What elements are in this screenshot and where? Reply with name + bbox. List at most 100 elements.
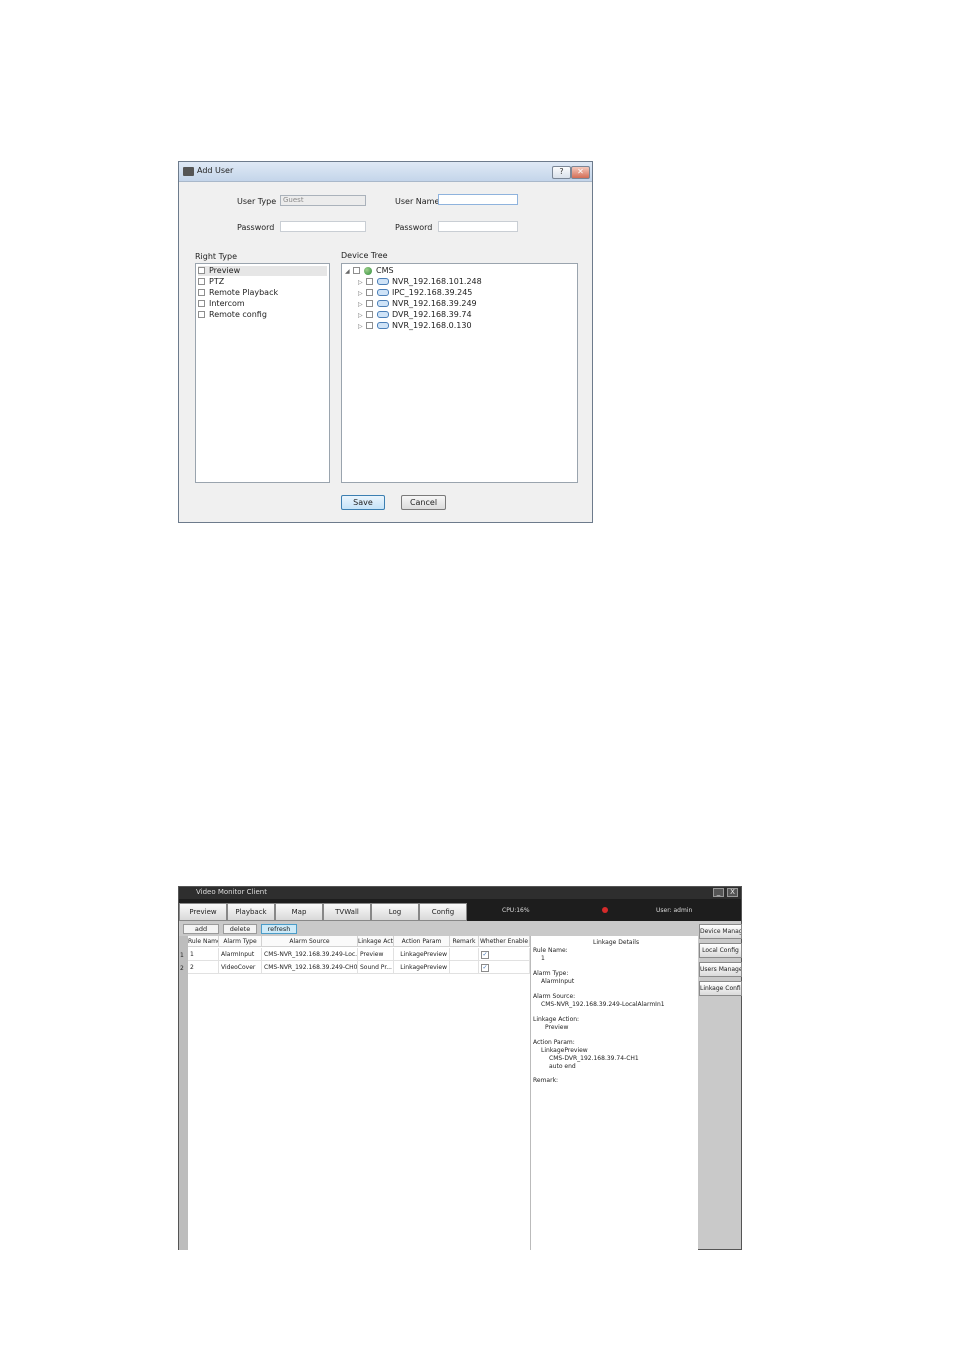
delete-button[interactable]: delete (223, 924, 257, 934)
device-tree[interactable]: ◢ CMS ▷ NVR_192.168.101.248 ▷ IPC_192.168.3… (341, 263, 578, 483)
collapse-arrow-icon[interactable]: ▷ (358, 321, 366, 332)
alarm-icon[interactable] (602, 907, 608, 913)
checkbox[interactable] (353, 267, 360, 274)
linkage-rule-table[interactable]: Rule Name Alarm Type Alarm Source Linkag… (179, 936, 530, 1250)
cell-rule-name: 1 (188, 948, 219, 961)
add-user-dialog: Add User ? ✕ User Type Guest User Name P… (178, 161, 593, 523)
minimize-button[interactable]: _ (713, 888, 724, 897)
checkbox[interactable] (198, 300, 205, 307)
details-heading: Linkage Details (593, 939, 640, 946)
checkbox[interactable] (198, 278, 205, 285)
globe-icon (364, 266, 372, 275)
right-type-item[interactable]: PTZ (198, 277, 224, 287)
tab-map[interactable]: Map (275, 903, 323, 921)
rule-name-value: 1 (541, 955, 545, 962)
password-input[interactable] (280, 221, 366, 232)
help-button[interactable]: ? (552, 166, 571, 179)
local-config-button[interactable]: Local Config (699, 943, 742, 958)
dialog-title: Add User (197, 166, 234, 175)
cell-action-param: LinkagePreview (394, 948, 450, 961)
cell-remark (450, 961, 479, 974)
tree-node-root[interactable]: ◢ CMS (345, 265, 394, 276)
user-type-label: User Type (237, 197, 277, 206)
cancel-button[interactable]: Cancel (401, 495, 446, 510)
right-type-item[interactable]: Remote Playback (198, 288, 278, 298)
current-user: User: admin (656, 907, 693, 914)
alarm-source-value: CMS-NVR_192.168.39.249-LocalAlarmIn1 (541, 1001, 665, 1008)
column-header[interactable]: Alarm Type (219, 936, 262, 947)
tab-playback[interactable]: Playback (227, 903, 275, 921)
cell-action-param: LinkagePreview (394, 961, 450, 974)
cell-alarm-source: CMS-NVR_192.168.39.249-Loc... (262, 948, 358, 961)
window-title-bar[interactable]: Video Monitor Client _ X (179, 887, 741, 899)
action-param-device: CMS-DVR_192.168.39.74-CH1 (549, 1055, 639, 1062)
cell-enable: ✓ (479, 961, 530, 974)
tree-node-device[interactable]: ▷ NVR_192.168.39.249 (358, 298, 477, 309)
checkbox[interactable] (198, 267, 205, 274)
cell-alarm-type: AlarmInput (219, 948, 262, 961)
checkbox[interactable] (198, 289, 205, 296)
close-button[interactable]: X (727, 888, 738, 897)
checkbox[interactable] (366, 300, 373, 307)
column-header[interactable]: Action Param (394, 936, 450, 947)
checkbox[interactable] (366, 278, 373, 285)
linkage-action-value: Preview (545, 1024, 569, 1031)
app-icon (183, 167, 194, 176)
row-header-gutter (179, 936, 188, 1250)
user-type-field: Guest (280, 195, 366, 206)
confirm-password-input[interactable] (438, 221, 518, 232)
add-button[interactable]: add (183, 924, 219, 934)
tab-preview[interactable]: Preview (179, 903, 227, 921)
expand-arrow-icon[interactable]: ◢ (345, 266, 353, 277)
cell-alarm-source: CMS-NVR_192.168.39.249-CH01 (262, 961, 358, 974)
cell-rule-name: 2 (188, 961, 219, 974)
linkage-action-label: Linkage Action: (533, 1016, 580, 1023)
alarm-source-label: Alarm Source: (533, 993, 576, 1000)
column-header[interactable]: Linkage Actio (358, 936, 394, 947)
tab-tvwall[interactable]: TVWall (323, 903, 371, 921)
checkbox[interactable] (198, 311, 205, 318)
refresh-button[interactable]: refresh (261, 924, 297, 934)
device-icon (377, 289, 389, 296)
action-param-end: auto end (549, 1063, 576, 1070)
right-type-item[interactable]: Preview (198, 266, 327, 276)
checkbox[interactable] (366, 289, 373, 296)
device-icon (377, 322, 389, 329)
right-type-list[interactable]: Preview PTZ Remote Playback Intercom Rem… (195, 263, 330, 483)
right-type-label: Right Type (195, 252, 237, 261)
save-button[interactable]: Save (341, 495, 385, 510)
tree-node-device[interactable]: ▷ NVR_192.168.101.248 (358, 276, 482, 287)
dialog-title-bar[interactable]: Add User ? ✕ (179, 162, 592, 182)
tab-config[interactable]: Config (419, 903, 467, 921)
linkage-details-panel: Linkage Details Rule Name: 1 Alarm Type:… (530, 936, 698, 1250)
right-type-item[interactable]: Remote config (198, 310, 267, 320)
right-type-item[interactable]: Intercom (198, 299, 245, 309)
enable-checkbox[interactable]: ✓ (481, 964, 489, 972)
column-header[interactable]: Alarm Source (262, 936, 358, 947)
user-name-input[interactable] (438, 194, 518, 205)
column-header[interactable]: Remark (450, 936, 479, 947)
close-button[interactable]: ✕ (571, 166, 590, 179)
enable-checkbox[interactable]: ✓ (481, 951, 489, 959)
window-title: Video Monitor Client (196, 888, 267, 896)
tab-log[interactable]: Log (371, 903, 419, 921)
cell-linkage-action: Sound Pr... (358, 961, 394, 974)
device-manage-button[interactable]: Device Manage (699, 924, 742, 939)
column-header[interactable]: Rule Name (188, 936, 219, 947)
device-icon (377, 278, 389, 285)
tree-node-device[interactable]: ▷ NVR_192.168.0.130 (358, 320, 472, 331)
cell-remark (450, 948, 479, 961)
column-header[interactable]: Whether Enable (479, 936, 530, 947)
remark-label: Remark: (533, 1077, 559, 1084)
device-icon (377, 300, 389, 307)
cell-linkage-action: Preview (358, 948, 394, 961)
tree-node-device[interactable]: ▷ IPC_192.168.39.245 (358, 287, 472, 298)
tree-node-device[interactable]: ▷ DVR_192.168.39.74 (358, 309, 472, 320)
checkbox[interactable] (366, 311, 373, 318)
linkage-config-button[interactable]: Linkage Config (699, 981, 742, 996)
checkbox[interactable] (366, 322, 373, 329)
user-name-label: User Name (395, 197, 440, 206)
users-manage-button[interactable]: Users Manage (699, 962, 742, 977)
device-tree-label: Device Tree (341, 251, 388, 260)
video-monitor-client-window: Video Monitor Client _ X Preview Playbac… (178, 886, 742, 1250)
